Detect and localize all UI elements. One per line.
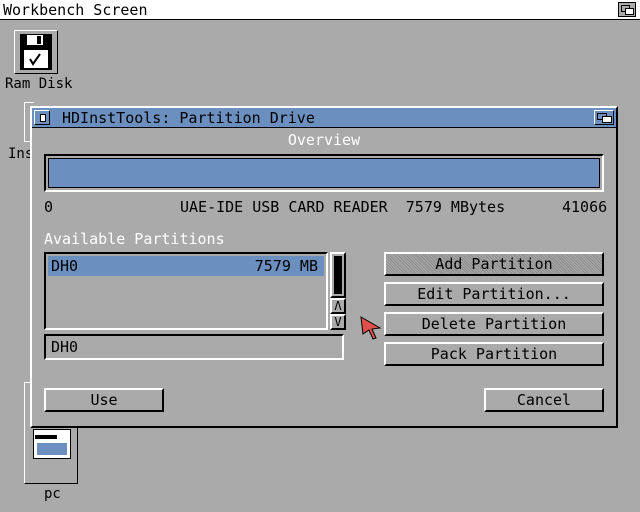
partition-name: DH0 bbox=[51, 257, 79, 275]
overview-label: Overview bbox=[287, 131, 361, 149]
available-partitions-label: Available Partitions bbox=[44, 230, 225, 248]
list-item[interactable]: DH0 7579 MB bbox=[48, 256, 324, 276]
use-button[interactable]: Use bbox=[44, 388, 164, 412]
partition-list-scrollbar[interactable] bbox=[330, 252, 346, 298]
drive-end-value: 41066 bbox=[562, 198, 608, 216]
drive-start-value: 0 bbox=[44, 198, 54, 216]
mouse-pointer-icon bbox=[360, 316, 382, 340]
pack-partition-label: Pack Partition bbox=[430, 345, 558, 363]
close-icon[interactable] bbox=[34, 110, 50, 125]
delete-partition-label: Delete Partition bbox=[421, 315, 567, 333]
scroll-up-arrow-icon[interactable]: Λ bbox=[330, 298, 346, 314]
window-title-bar[interactable]: HDInstTools: Partition Drive bbox=[32, 108, 616, 128]
drive-description: UAE-IDE USB CARD READER 7579 MBytes bbox=[180, 198, 506, 216]
partition-size: 7579 MB bbox=[254, 257, 318, 275]
workbench-title-bar[interactable]: Workbench Screen bbox=[0, 0, 640, 20]
overview-partition-segment[interactable] bbox=[48, 158, 600, 188]
selected-partition-field[interactable]: DH0 bbox=[44, 334, 344, 360]
scroll-down-arrow-icon[interactable]: V bbox=[330, 314, 346, 330]
partition-list[interactable]: DH0 7579 MB bbox=[44, 252, 328, 330]
cancel-button[interactable]: Cancel bbox=[484, 388, 604, 412]
overview-bar[interactable] bbox=[44, 154, 604, 192]
scrollbar-knob[interactable] bbox=[334, 256, 342, 294]
edit-partition-button[interactable]: Edit Partition... bbox=[384, 282, 604, 306]
partition-drive-window: HDInstTools: Partition Drive Overview 0 … bbox=[30, 106, 618, 428]
ram-disk-icon[interactable] bbox=[14, 30, 58, 74]
add-partition-button[interactable]: Add Partition bbox=[384, 252, 604, 276]
pack-partition-button[interactable]: Pack Partition bbox=[384, 342, 604, 366]
cancel-label: Cancel bbox=[516, 391, 572, 409]
pc-drive-label: pc bbox=[44, 486, 61, 502]
screen-depth-gadget-icon[interactable] bbox=[618, 2, 636, 17]
delete-partition-button[interactable]: Delete Partition bbox=[384, 312, 604, 336]
edit-partition-label: Edit Partition... bbox=[417, 285, 571, 303]
use-label: Use bbox=[90, 391, 118, 409]
window-title: HDInstTools: Partition Drive bbox=[62, 109, 315, 127]
selected-partition-value: DH0 bbox=[51, 338, 79, 356]
workbench-title: Workbench Screen bbox=[3, 1, 148, 19]
window-depth-gadget-icon[interactable] bbox=[594, 110, 614, 125]
add-partition-label: Add Partition bbox=[435, 255, 553, 273]
ram-disk-label: Ram Disk bbox=[5, 76, 73, 92]
